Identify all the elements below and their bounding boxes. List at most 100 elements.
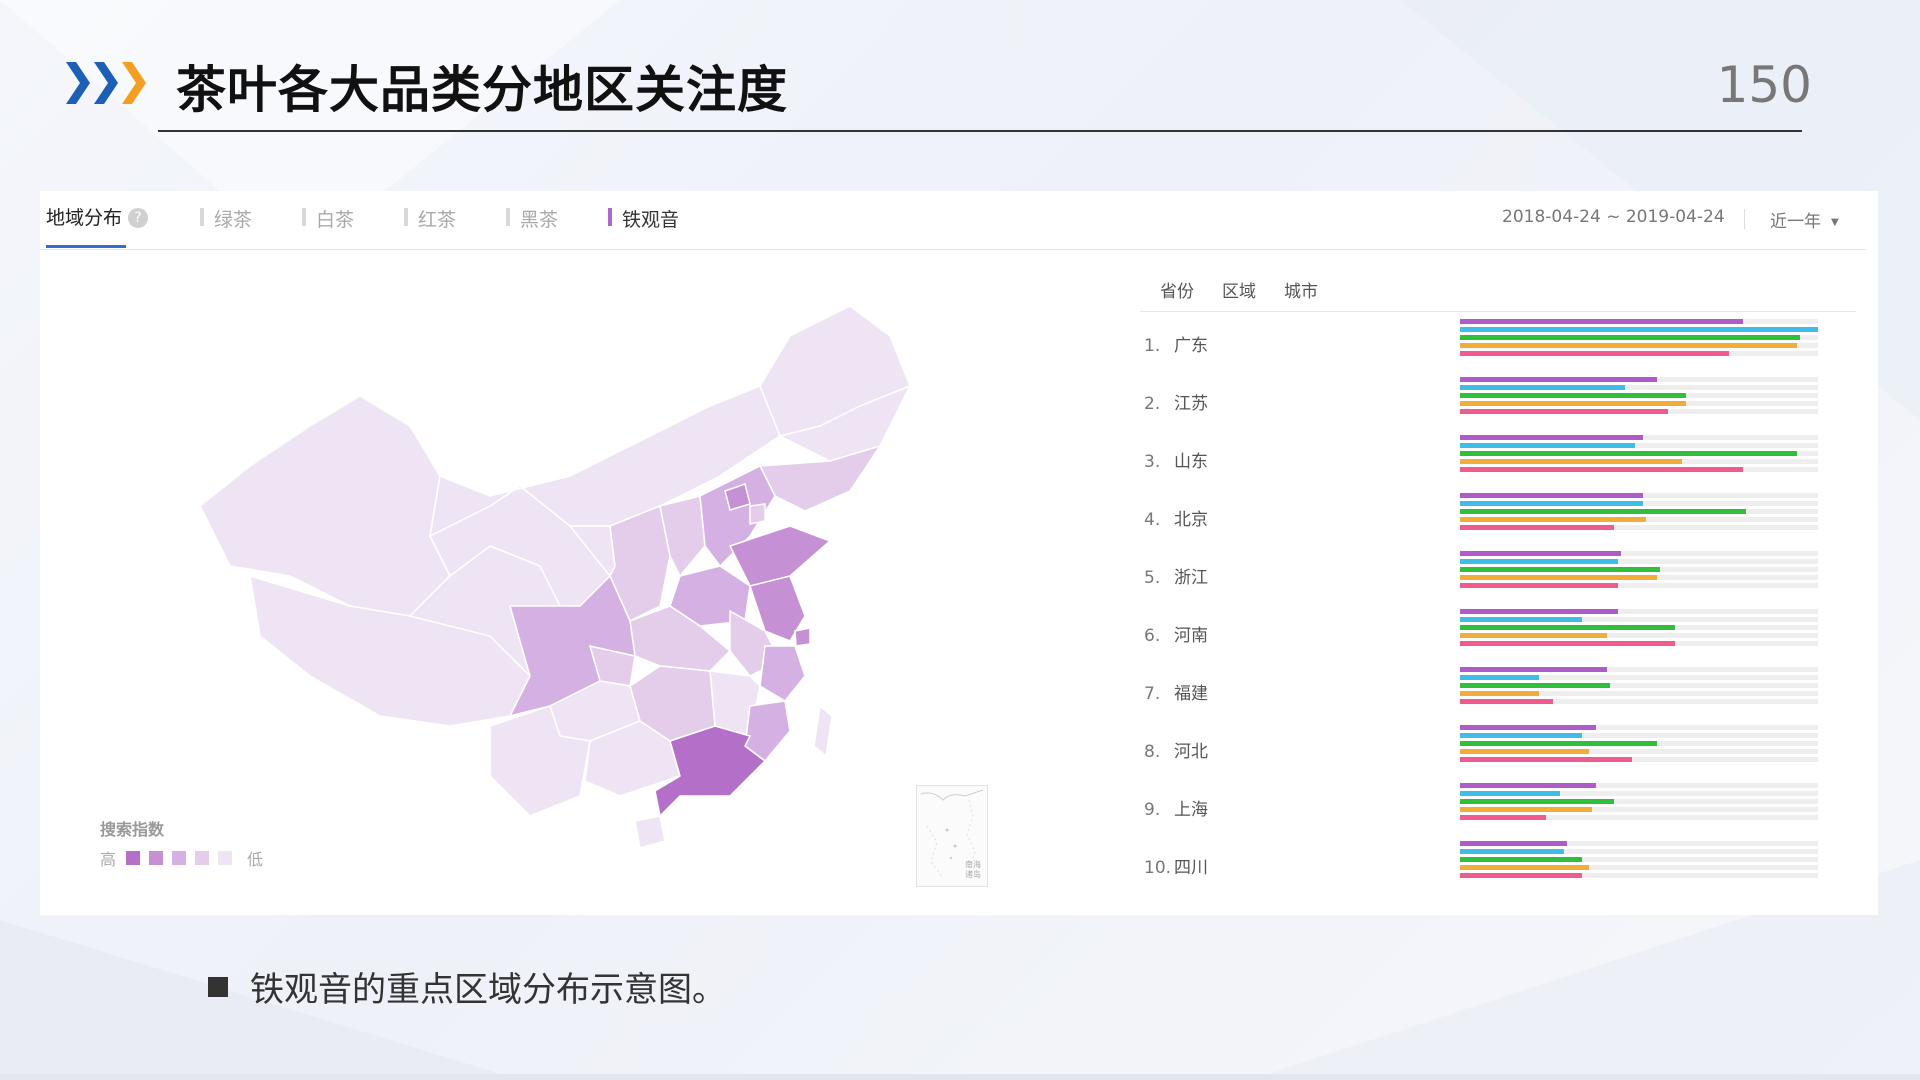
map-svg xyxy=(199,305,912,849)
bar-福建-5[interactable] xyxy=(1460,699,1553,704)
bar-河北-1[interactable] xyxy=(1460,725,1596,730)
caret-down-icon: ▼ xyxy=(1831,217,1839,228)
rank-province: 河北 xyxy=(1174,742,1208,762)
bar-江苏-3[interactable] xyxy=(1460,393,1686,398)
bar-广东-3[interactable] xyxy=(1460,335,1800,340)
bar-福建-3[interactable] xyxy=(1460,683,1610,688)
rank-number: 1. xyxy=(1144,336,1161,356)
subtab-province[interactable]: 省份 xyxy=(1160,277,1194,302)
bar-江苏-4[interactable] xyxy=(1460,401,1686,406)
rank-row: 1. 广东 xyxy=(1140,319,1860,369)
bar-河南-5[interactable] xyxy=(1460,641,1675,646)
bar-福建-1[interactable] xyxy=(1460,667,1607,672)
bar-track xyxy=(1460,807,1818,812)
bar-上海-5[interactable] xyxy=(1460,815,1546,820)
subtab-city[interactable]: 城市 xyxy=(1284,277,1318,302)
category-tab-tieguanyin[interactable]: 铁观音 xyxy=(608,205,679,232)
rank-label: 2. 江苏 xyxy=(1144,389,1208,414)
province-新疆[interactable] xyxy=(199,395,451,617)
bar-浙江-1[interactable] xyxy=(1460,551,1621,556)
rank-number: 10. xyxy=(1144,858,1172,878)
bar-山东-5[interactable] xyxy=(1460,467,1743,472)
bar-track xyxy=(1460,733,1818,738)
bar-浙江-2[interactable] xyxy=(1460,559,1618,564)
bar-四川-2[interactable] xyxy=(1460,849,1564,854)
page-number: 150 xyxy=(1716,56,1812,114)
bar-track xyxy=(1460,517,1818,522)
bar-北京-4[interactable] xyxy=(1460,517,1646,522)
bar-四川-1[interactable] xyxy=(1460,841,1567,846)
tab-region-distribution[interactable]: 地域分布? xyxy=(46,203,149,230)
category-tab-hongcha[interactable]: 红茶 xyxy=(404,205,456,232)
date-range[interactable]: 2018-04-24 ~ 2019-04-24 xyxy=(1502,207,1725,227)
bar-广东-1[interactable] xyxy=(1460,319,1743,324)
province-天津[interactable] xyxy=(749,503,766,525)
rank-province: 广东 xyxy=(1174,336,1208,356)
bar-北京-5[interactable] xyxy=(1460,525,1614,530)
triple-chevron-icon xyxy=(66,62,146,104)
province-浙江[interactable] xyxy=(759,645,806,702)
bar-上海-1[interactable] xyxy=(1460,783,1596,788)
bar-上海-4[interactable] xyxy=(1460,807,1592,812)
bar-江苏-5[interactable] xyxy=(1460,409,1668,414)
bar-山东-4[interactable] xyxy=(1460,459,1682,464)
province-上海[interactable] xyxy=(794,627,811,647)
rank-label: 4. 北京 xyxy=(1144,505,1208,530)
bar-河北-4[interactable] xyxy=(1460,749,1589,754)
bar-河南-1[interactable] xyxy=(1460,609,1618,614)
category-tab-lvcha[interactable]: 绿茶 xyxy=(200,205,252,232)
bar-福建-4[interactable] xyxy=(1460,691,1539,696)
province-台湾[interactable] xyxy=(813,704,833,758)
bar-四川-5[interactable] xyxy=(1460,873,1582,878)
time-range-dropdown[interactable]: 近一年 ▼ xyxy=(1770,207,1839,232)
bar-四川-3[interactable] xyxy=(1460,857,1582,862)
bar-上海-3[interactable] xyxy=(1460,799,1614,804)
bar-江苏-1[interactable] xyxy=(1460,377,1657,382)
range-separator xyxy=(1744,209,1745,229)
bar-广东-4[interactable] xyxy=(1460,343,1797,348)
bar-河南-4[interactable] xyxy=(1460,633,1607,638)
bar-江苏-2[interactable] xyxy=(1460,385,1625,390)
bar-广东-2[interactable] xyxy=(1460,327,1818,332)
bar-浙江-3[interactable] xyxy=(1460,567,1660,572)
bar-浙江-5[interactable] xyxy=(1460,583,1618,588)
bar-浙江-4[interactable] xyxy=(1460,575,1657,580)
bar-track xyxy=(1460,385,1818,390)
bar-track xyxy=(1460,791,1818,796)
province-海南[interactable] xyxy=(634,815,666,849)
bar-北京-2[interactable] xyxy=(1460,501,1643,506)
bar-河北-3[interactable] xyxy=(1460,741,1657,746)
tab-region-label: 地域分布 xyxy=(46,207,123,229)
bar-福建-2[interactable] xyxy=(1460,675,1539,680)
bar-北京-1[interactable] xyxy=(1460,493,1643,498)
rank-row: 3. 山东 xyxy=(1140,435,1860,485)
bar-北京-3[interactable] xyxy=(1460,509,1746,514)
bar-track xyxy=(1460,857,1818,862)
category-tab-heicha[interactable]: 黑茶 xyxy=(506,205,558,232)
bar-山东-3[interactable] xyxy=(1460,451,1797,456)
bar-track xyxy=(1460,641,1818,646)
subtab-region[interactable]: 区域 xyxy=(1222,277,1256,302)
bar-河南-2[interactable] xyxy=(1460,617,1582,622)
south-china-sea-inset: 南海 诸岛 xyxy=(916,785,988,887)
bar-山东-1[interactable] xyxy=(1460,435,1643,440)
help-icon[interactable]: ? xyxy=(128,208,149,228)
bar-四川-4[interactable] xyxy=(1460,865,1589,870)
bar-山东-2[interactable] xyxy=(1460,443,1635,448)
bar-track xyxy=(1460,749,1818,754)
bar-track xyxy=(1460,783,1818,788)
category-tab-baicha[interactable]: 白茶 xyxy=(302,205,354,232)
bar-track xyxy=(1460,575,1818,580)
bar-track xyxy=(1460,617,1818,622)
bar-河南-3[interactable] xyxy=(1460,625,1675,630)
bar-广东-5[interactable] xyxy=(1460,351,1729,356)
bar-河北-2[interactable] xyxy=(1460,733,1582,738)
bar-河北-5[interactable] xyxy=(1460,757,1632,762)
bar-track xyxy=(1460,525,1818,530)
bar-track xyxy=(1460,351,1818,356)
bar-上海-2[interactable] xyxy=(1460,791,1560,796)
rank-number: 9. xyxy=(1144,800,1161,820)
bullet-square-icon xyxy=(208,977,228,997)
bar-track xyxy=(1460,559,1818,564)
rank-number: 2. xyxy=(1144,394,1161,414)
